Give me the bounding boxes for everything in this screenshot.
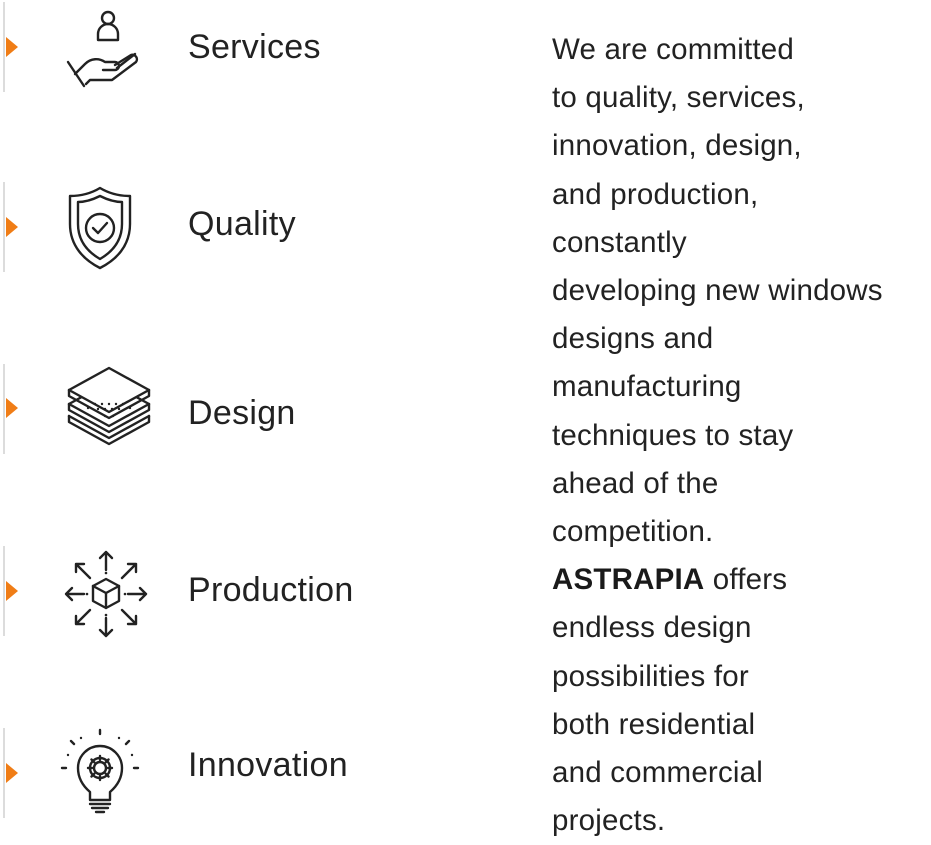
brand-suffix: offers xyxy=(704,563,788,597)
feature-innovation: Innovation xyxy=(0,726,520,826)
feature-divider xyxy=(3,364,5,454)
description-text: We are committed to quality, services, i… xyxy=(552,26,931,845)
arrow-marker-icon xyxy=(6,581,18,601)
description-line: and commercial xyxy=(552,756,764,790)
shield-check-icon xyxy=(60,184,152,276)
lightbulb-gear-icon xyxy=(60,728,152,820)
feature-production: Production xyxy=(0,544,520,644)
feature-label: Production xyxy=(188,571,354,609)
feature-label: Innovation xyxy=(188,746,348,784)
description-line: both residential xyxy=(552,707,756,741)
arrow-marker-icon xyxy=(6,398,18,418)
layers-icon xyxy=(60,364,152,456)
arrow-marker-icon xyxy=(6,217,18,237)
description-line: techniques to stay xyxy=(552,418,794,452)
description-line: projects. xyxy=(552,804,666,838)
feature-label: Services xyxy=(188,28,321,66)
feature-label: Quality xyxy=(188,205,296,243)
feature-divider xyxy=(3,182,5,272)
description-line: developing new windows xyxy=(552,274,883,308)
feature-label: Design xyxy=(188,394,296,432)
feature-divider xyxy=(3,546,5,636)
arrow-marker-icon xyxy=(6,37,18,57)
description-line: innovation, design, xyxy=(552,129,802,163)
feature-divider xyxy=(3,728,5,818)
feature-quality: Quality xyxy=(0,180,520,280)
feature-services: Services xyxy=(0,0,520,100)
feature-divider xyxy=(3,2,5,92)
description-line: ahead of the xyxy=(552,466,719,500)
description-line: endless design xyxy=(552,611,752,645)
description-brand-line: ASTRAPIA offers xyxy=(552,556,931,604)
description-line: We are committed xyxy=(552,33,795,66)
hand-person-icon xyxy=(60,4,152,96)
feature-design: Design xyxy=(0,362,520,462)
features-list: Services Quality Design Production Innov… xyxy=(0,0,520,836)
description-line: designs and xyxy=(552,322,714,356)
description-line: possibilities for xyxy=(552,659,749,693)
cube-arrows-icon xyxy=(60,548,152,640)
description-line: manufacturing xyxy=(552,370,742,404)
description-line: constantly xyxy=(552,225,687,259)
brand-name: ASTRAPIA xyxy=(552,563,705,597)
description-line: and production, xyxy=(552,177,759,211)
arrow-marker-icon xyxy=(6,763,18,783)
description-line: competition. xyxy=(552,515,714,549)
description-line: to quality, services, xyxy=(552,81,805,115)
